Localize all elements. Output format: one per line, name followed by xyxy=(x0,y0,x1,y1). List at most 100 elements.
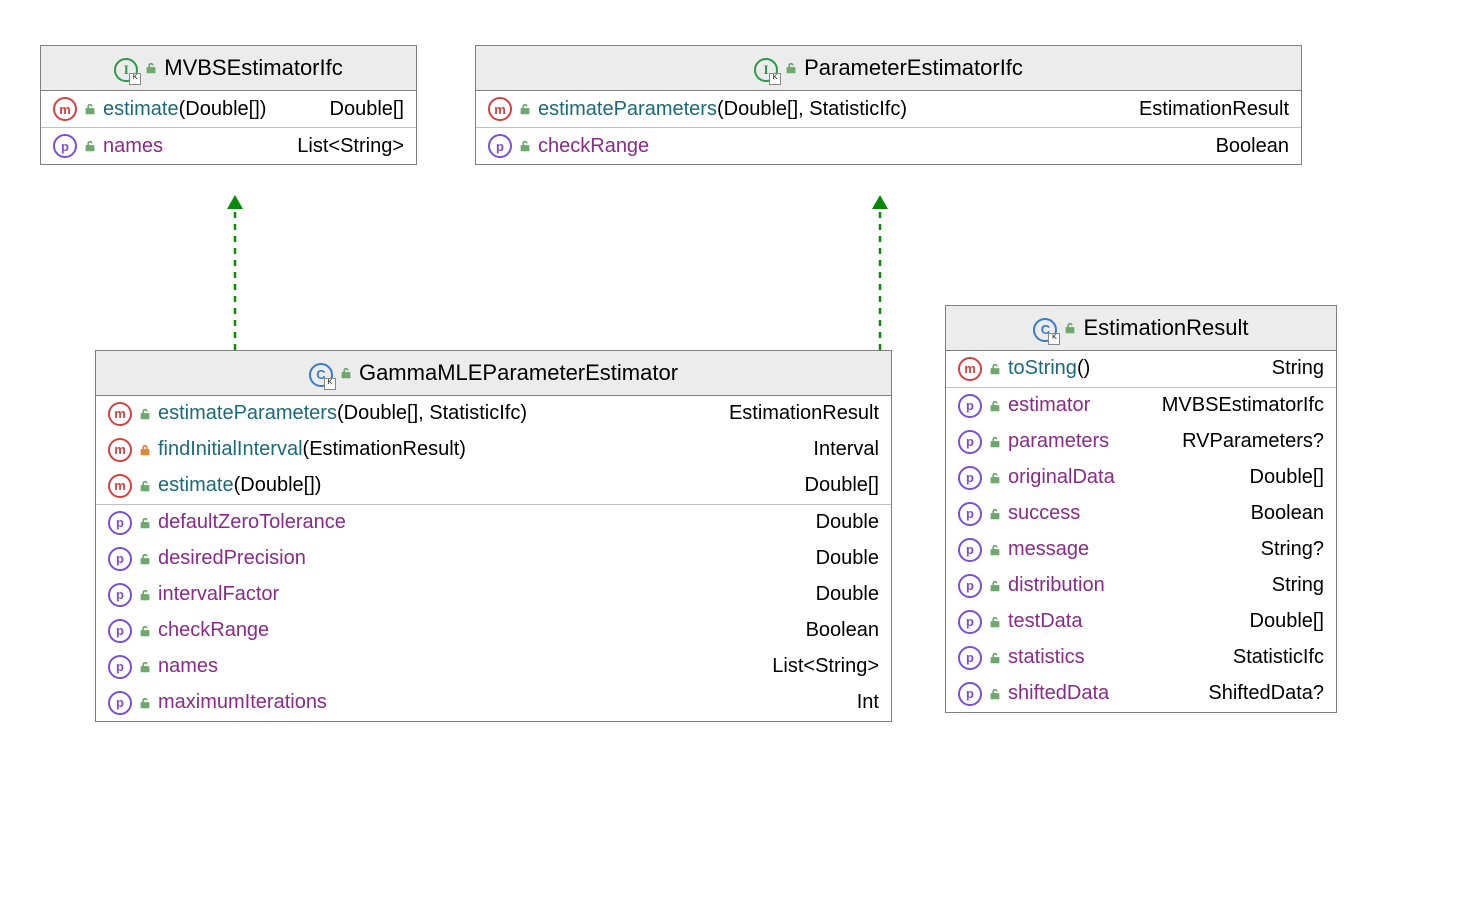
property-icon: p xyxy=(488,134,512,158)
method-icon: m xyxy=(108,438,132,462)
lock-open-icon xyxy=(988,435,1002,449)
method-row[interactable]: m findInitialInterval(EstimationResult) … xyxy=(96,432,891,468)
lock-open-icon xyxy=(988,471,1002,485)
property-row[interactable]: poriginalDataDouble[] xyxy=(946,460,1336,496)
class-header: I K MVBSEstimatorIfc xyxy=(41,46,416,91)
property-icon: p xyxy=(958,394,982,418)
property-name: names xyxy=(103,135,163,158)
property-icon: p xyxy=(958,682,982,706)
property-icon: p xyxy=(958,538,982,562)
property-name: defaultZeroTolerance xyxy=(158,511,346,534)
property-row[interactable]: pdistributionString xyxy=(946,568,1336,604)
property-row[interactable]: pmessageString? xyxy=(946,532,1336,568)
property-name: maximumIterations xyxy=(158,691,327,714)
lock-open-icon xyxy=(339,366,353,380)
method-row[interactable]: m toString() String xyxy=(946,351,1336,387)
class-gamma-mle-parameter-estimator[interactable]: C K GammaMLEParameterEstimator m estimat… xyxy=(95,350,892,722)
lock-open-icon xyxy=(988,507,1002,521)
method-icon: m xyxy=(488,97,512,121)
kotlin-badge-icon: K xyxy=(1048,333,1060,345)
lock-open-icon xyxy=(784,61,798,75)
methods-section: m estimateParameters(Double[], Statistic… xyxy=(96,396,891,505)
property-icon: p xyxy=(108,547,132,571)
property-row[interactable]: ptestDataDouble[] xyxy=(946,604,1336,640)
methods-section: m estimate(Double[]) Double[] xyxy=(41,91,416,128)
lock-open-icon xyxy=(83,139,97,153)
method-row[interactable]: m estimateParameters(Double[], Statistic… xyxy=(476,91,1301,127)
properties-section: p names List<String> xyxy=(41,128,416,164)
class-title: GammaMLEParameterEstimator xyxy=(359,360,678,386)
property-name: intervalFactor xyxy=(158,583,279,606)
property-row[interactable]: pdefaultZeroTolerance Double xyxy=(96,505,891,541)
property-row[interactable]: psuccessBoolean xyxy=(946,496,1336,532)
class-title: MVBSEstimatorIfc xyxy=(164,55,342,81)
kotlin-badge-icon: K xyxy=(129,73,141,85)
lock-open-icon xyxy=(83,102,97,116)
lock-open-icon xyxy=(988,615,1002,629)
class-estimation-result[interactable]: C K EstimationResult m toString() String… xyxy=(945,305,1337,713)
property-name: estimator xyxy=(1008,394,1090,417)
kotlin-badge-icon: K xyxy=(324,378,336,390)
property-name: originalData xyxy=(1008,466,1115,489)
property-row[interactable]: pmaximumIterations Int xyxy=(96,685,891,721)
property-type: MVBSEstimatorIfc xyxy=(1162,394,1324,417)
property-type: Boolean xyxy=(1216,135,1289,158)
lock-open-icon xyxy=(518,102,532,116)
property-icon: p xyxy=(958,430,982,454)
property-icon: p xyxy=(958,610,982,634)
lock-open-icon xyxy=(138,552,152,566)
property-name: shiftedData xyxy=(1008,682,1109,705)
property-row[interactable]: pdesiredPrecision Double xyxy=(96,541,891,577)
property-type: Double[] xyxy=(1250,610,1325,633)
property-type: String xyxy=(1272,574,1324,597)
lock-open-icon xyxy=(988,362,1002,376)
method-params: (Double[]) xyxy=(234,474,322,496)
property-row[interactable]: pintervalFactor Double xyxy=(96,577,891,613)
methods-section: m estimateParameters(Double[], Statistic… xyxy=(476,91,1301,128)
class-title: EstimationResult xyxy=(1083,315,1248,341)
properties-section: p checkRange Boolean xyxy=(476,128,1301,164)
property-row[interactable]: p checkRange Boolean xyxy=(476,128,1301,164)
property-name: success xyxy=(1008,502,1080,525)
property-name: statistics xyxy=(1008,646,1085,669)
property-name: desiredPrecision xyxy=(158,547,306,570)
lock-open-icon xyxy=(138,696,152,710)
methods-section: m toString() String xyxy=(946,351,1336,388)
class-mvbs-estimator-ifc[interactable]: I K MVBSEstimatorIfc m estimate(Double[]… xyxy=(40,45,417,165)
implements-arrow-mvbs xyxy=(225,195,245,355)
method-icon: m xyxy=(108,402,132,426)
lock-open-icon xyxy=(138,479,152,493)
method-row[interactable]: m estimate(Double[]) Double[] xyxy=(96,468,891,504)
method-return: Interval xyxy=(813,438,879,461)
property-row[interactable]: p estimator MVBSEstimatorIfc xyxy=(946,388,1336,424)
implements-arrow-param xyxy=(870,195,890,355)
lock-open-icon xyxy=(988,543,1002,557)
property-type: List<String> xyxy=(772,655,879,678)
property-row[interactable]: p shiftedData ShiftedData? xyxy=(946,676,1336,712)
method-name: estimate xyxy=(103,98,179,120)
class-title: ParameterEstimatorIfc xyxy=(804,55,1023,81)
property-row[interactable]: p names List<String> xyxy=(41,128,416,164)
lock-open-icon xyxy=(138,516,152,530)
property-row[interactable]: pstatisticsStatisticIfc xyxy=(946,640,1336,676)
method-params: (EstimationResult) xyxy=(303,438,466,460)
method-row[interactable]: m estimateParameters(Double[], Statistic… xyxy=(96,396,891,432)
lock-open-icon xyxy=(988,687,1002,701)
properties-section: pdefaultZeroTolerance Double p desiredPre… xyxy=(96,505,891,721)
method-params: (Double[]) xyxy=(179,98,267,120)
property-type: ShiftedData? xyxy=(1208,682,1324,705)
property-type: Int xyxy=(857,691,879,714)
property-type: StatisticIfc xyxy=(1233,646,1324,669)
property-icon: p xyxy=(958,466,982,490)
property-name: names xyxy=(158,655,218,678)
property-name: distribution xyxy=(1008,574,1105,597)
class-parameter-estimator-ifc[interactable]: I K ParameterEstimatorIfc m estimatePara… xyxy=(475,45,1302,165)
property-row[interactable]: pnames List<String> xyxy=(96,649,891,685)
lock-open-icon xyxy=(138,407,152,421)
lock-closed-icon xyxy=(138,443,152,457)
property-row[interactable]: pcheckRange Boolean xyxy=(96,613,891,649)
property-row[interactable]: pparametersRVParameters? xyxy=(946,424,1336,460)
method-row[interactable]: m estimate(Double[]) Double[] xyxy=(41,91,416,127)
method-return: String xyxy=(1272,357,1324,380)
property-icon: p xyxy=(958,502,982,526)
